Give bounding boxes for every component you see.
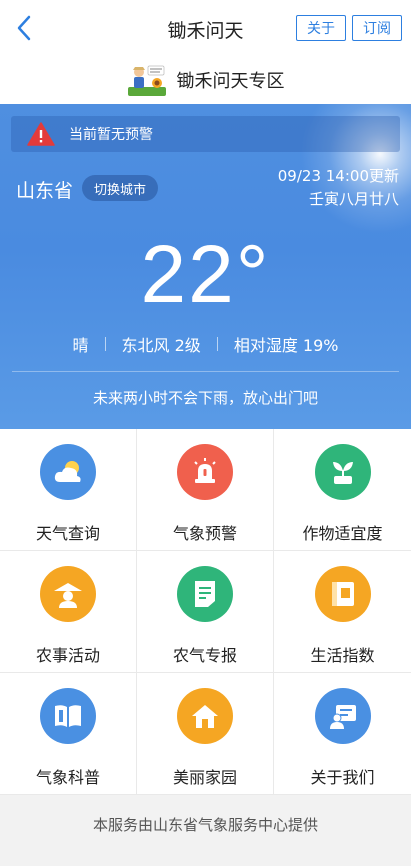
grid-item-label: 生活指数	[310, 646, 375, 665]
province-name: 山东省	[16, 180, 74, 202]
page-title: 锄禾问天	[167, 20, 244, 42]
grid-item-weather-science[interactable]: 气象科普	[0, 673, 136, 794]
farmer-hat-icon	[40, 566, 96, 622]
open-book-icon	[40, 688, 96, 744]
separator	[216, 337, 218, 351]
grid-item-label: 气象预警	[172, 524, 237, 543]
grid-item-label: 农事活动	[35, 646, 100, 665]
grid-item-label: 天气查询	[35, 524, 100, 543]
grid-item-label: 农气专报	[172, 646, 237, 665]
alert-text: 当前暂无预警	[69, 127, 153, 143]
sprout-icon	[314, 444, 371, 500]
grid-item-life-index[interactable]: 生活指数	[274, 551, 411, 672]
wind-info: 东北风 2级	[121, 336, 201, 355]
grid-item-label: 关于我们	[310, 768, 375, 787]
contact-card-icon	[314, 688, 371, 744]
subscribe-button[interactable]: 订阅	[352, 15, 402, 41]
grid-item-label: 作物适宜度	[302, 524, 383, 543]
grid-item-farming-activity[interactable]: 农事活动	[0, 551, 136, 672]
top-nav-bar: 锄禾问天 关于 订阅	[0, 0, 411, 56]
home-icon	[177, 688, 233, 744]
weather-panel: 当前暂无预警 山东省 切换城市 09/23 14:00更新 壬寅八月廿八 22°…	[0, 104, 411, 429]
grid-item-label: 气象科普	[35, 768, 100, 787]
zone-title: 锄禾问天专区	[176, 71, 285, 92]
zone-header: 锄禾问天专区	[0, 56, 411, 104]
lunar-date: 壬寅八月廿八	[308, 190, 399, 208]
update-time: 09/23 14:00更新	[277, 167, 399, 185]
separator	[104, 337, 106, 351]
feature-grid: 天气查询 气象预警 作物适宜度 农事活动 农气专报 生活指数 气象科普 美丽家园…	[0, 429, 411, 795]
grid-item-about-us[interactable]: 关于我们	[274, 673, 411, 794]
cloud-sun-icon	[40, 444, 96, 500]
humidity-info: 相对湿度 19%	[233, 336, 339, 355]
weather-conditions: 晴 东北风 2级 相对湿度 19%	[0, 333, 411, 355]
grid-item-label: 美丽家园	[172, 768, 237, 787]
book-index-icon	[314, 566, 371, 622]
current-temperature: 22°	[140, 229, 271, 320]
alarm-siren-icon	[177, 444, 233, 500]
grid-item-weather-query[interactable]: 天气查询	[0, 429, 136, 550]
rain-forecast: 未来两小时不会下雨，放心出门吧	[92, 389, 318, 407]
grid-item-agro-report[interactable]: 农气专报	[137, 551, 273, 672]
alert-banner[interactable]: 当前暂无预警	[11, 116, 400, 152]
weather-condition: 晴	[72, 336, 89, 355]
back-button[interactable]	[10, 14, 38, 42]
grid-item-beautiful-home[interactable]: 美丽家园	[137, 673, 273, 794]
grid-item-weather-warning[interactable]: 气象预警	[137, 429, 273, 550]
grid-item-crop-suitability[interactable]: 作物适宜度	[274, 429, 411, 550]
footer-credit: 本服务由山东省气象服务中心提供	[0, 795, 411, 866]
chevron-left-icon	[17, 15, 31, 41]
warning-icon	[27, 122, 55, 146]
divider	[12, 371, 399, 372]
about-button[interactable]: 关于	[296, 15, 346, 41]
farmer-logo-icon	[127, 65, 166, 96]
switch-city-button[interactable]: 切换城市	[82, 175, 159, 201]
document-icon	[177, 566, 233, 622]
